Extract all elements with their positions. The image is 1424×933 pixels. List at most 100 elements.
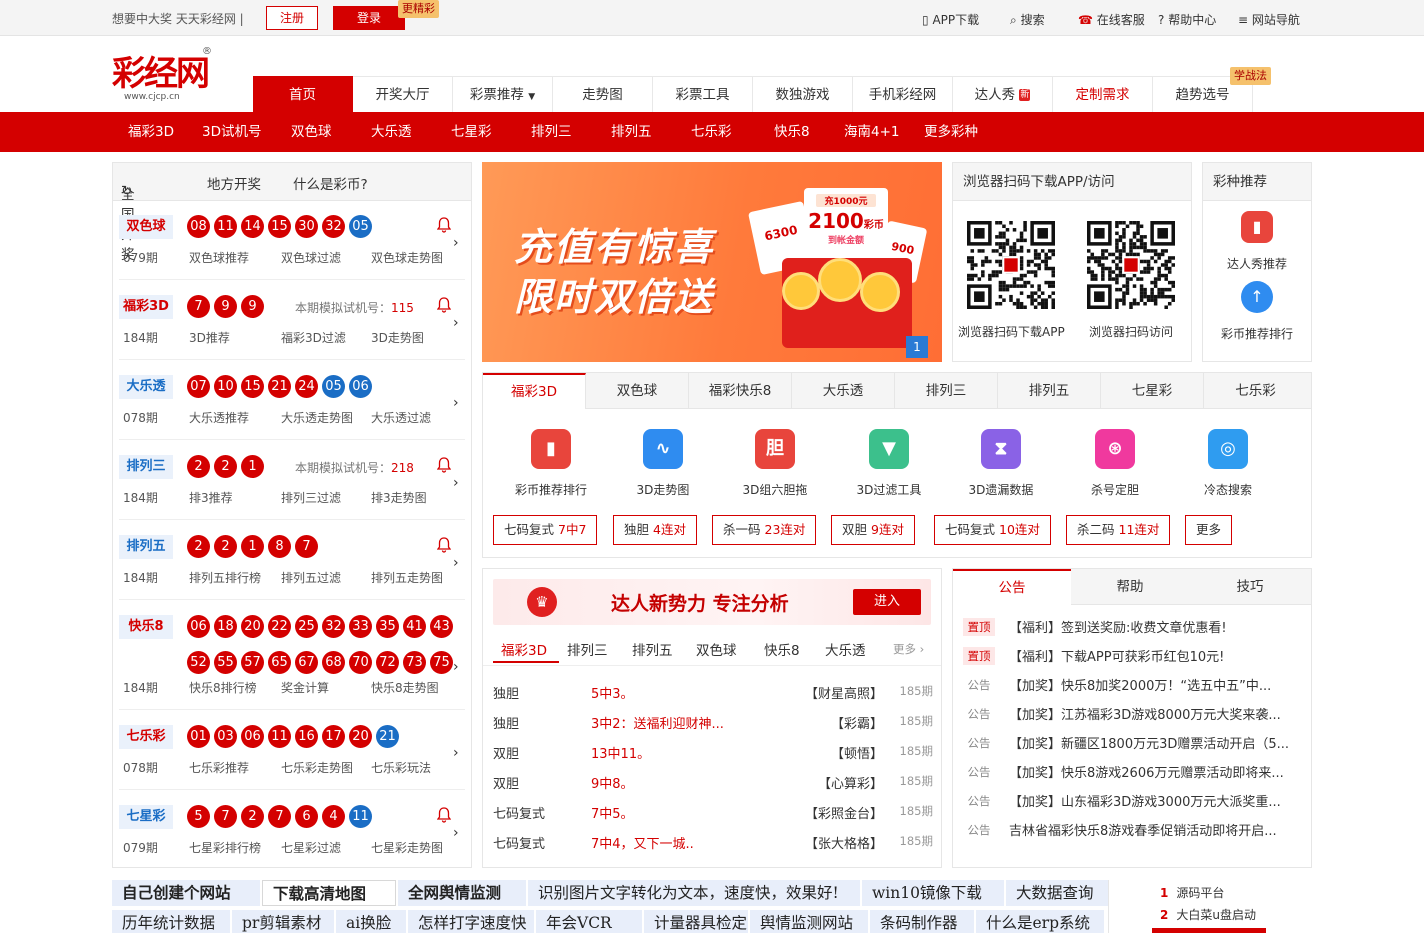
lottery-sub-link[interactable]: 七星彩走势图 [371,839,443,856]
chevron-right-icon[interactable]: › [453,825,459,841]
tool-label[interactable]: 杀号定胆 [1055,481,1175,498]
tool-tab-pl3[interactable]: 排列三 [895,373,998,409]
lottery-name[interactable]: 大乐透 [119,375,173,399]
site-nav-link[interactable]: ≡ 网站导航 [1238,11,1300,28]
keyword-link[interactable]: 大数据查询 [1006,880,1108,906]
refresh-icon[interactable]: ↻ [121,183,132,199]
subnav-ssq[interactable]: 双色球 [291,112,332,152]
news-tab-notice[interactable]: 公告 [953,569,1071,605]
lottery-name[interactable]: 快乐8 [119,615,173,639]
expert-row[interactable]: 七码复式 7中4，又下一城.. 【张大格格】 185期 [493,833,933,853]
nav-custom[interactable]: 定制需求 [1053,76,1153,112]
news-title[interactable]: 【加奖】新疆区1800万元3D赠票活动开启（5... [1009,733,1301,752]
online-service-link[interactable]: ☎ 在线客服 [1078,11,1145,28]
keyword-link[interactable]: pr剪辑素材 [232,910,334,933]
news-row[interactable]: 公告 【加奖】山东福彩3D游戏3000万元大派奖重... [963,791,1303,811]
bell-icon[interactable] [436,807,452,823]
keyword-link[interactable]: 历年统计数据 [112,910,230,933]
nav-sudoku[interactable]: 数独游戏 [753,76,853,112]
news-title[interactable]: 【福利】签到送奖励:收费文章优惠看! [1009,617,1301,636]
expert-tab-pl5[interactable]: 排列五 [632,639,673,659]
subnav-fc3d[interactable]: 福彩3D [128,112,174,152]
subnav-more[interactable]: 更多彩种 [924,112,978,152]
keyword-link[interactable]: 全网舆情监测 [398,880,526,906]
tool-icon[interactable]: ▼ [869,429,909,469]
nav-mobile[interactable]: 手机彩经网 [853,76,953,112]
nav-home[interactable]: 首页 [253,76,353,112]
lottery-sub-link[interactable]: 快乐8排行榜 [189,679,257,696]
expert-tab-kl8[interactable]: 快乐8 [764,639,800,659]
bell-icon[interactable] [436,537,452,553]
tool-chip[interactable]: 杀二码 11连对 [1066,515,1171,545]
lottery-sub-link[interactable]: 排3走势图 [371,489,427,506]
rec-item-coin-rank[interactable]: 彩币推荐排行 [1221,325,1293,342]
bell-icon[interactable] [436,457,452,473]
news-row[interactable]: 公告 吉林省福彩快乐8游戏春季促销活动即将开启... [963,820,1303,840]
lottery-sub-link[interactable]: 排列五走势图 [371,569,443,586]
expert-row[interactable]: 独胆 5中3。 【财星高照】 185期 [493,683,933,703]
tool-tab-fc3d[interactable]: 福彩3D [483,373,586,409]
tool-icon[interactable]: ⧗ [981,429,1021,469]
expert-author[interactable]: 【心算彩】 [818,773,883,792]
expert-banner[interactable]: ♛ 达人新势力 专注分析 进入 [493,579,931,625]
subnav-qxc[interactable]: 七星彩 [451,112,492,152]
news-row[interactable]: 公告 【加奖】新疆区1800万元3D赠票活动开启（5... [963,733,1303,753]
bell-icon[interactable] [436,297,452,313]
news-row[interactable]: 公告 【加奖】快乐8加奖2000万！“选五中五”中... [963,675,1303,695]
news-row[interactable]: 公告 【加奖】江苏福彩3D游戏8000万元大奖来袭... [963,704,1303,724]
expert-result[interactable]: 7中5。 [591,803,791,822]
subnav-pl3[interactable]: 排列三 [531,112,572,152]
lottery-sub-link[interactable]: 3D走势图 [371,329,424,346]
subnav-3d-test[interactable]: 3D试机号 [202,112,261,152]
expert-result[interactable]: 9中8。 [591,773,791,792]
tool-chip[interactable]: 杀一码 23连对 [712,515,817,545]
lottery-sub-link[interactable]: 奖金计算 [281,679,329,696]
tool-chip[interactable]: 更多 [1185,515,1233,545]
expert-author[interactable]: 【张大格格】 [805,833,883,852]
news-title[interactable]: 吉林省福彩快乐8游戏春季促销活动即将开启... [1009,820,1301,839]
subnav-dlt[interactable]: 大乐透 [371,112,412,152]
chevron-right-icon[interactable]: › [453,475,459,491]
lottery-sub-link[interactable]: 七乐彩玩法 [371,759,431,776]
lottery-name[interactable]: 双色球 [119,215,173,239]
expert-author[interactable]: 【顿悟】 [831,743,883,762]
lottery-name[interactable]: 七星彩 [119,805,173,829]
lottery-name[interactable]: 福彩3D [119,295,173,319]
lottery-name[interactable]: 排列三 [119,455,173,479]
tool-tab-qxc[interactable]: 七星彩 [1101,373,1204,409]
tool-chip[interactable]: 独胆 4连对 [613,515,697,545]
tab-local[interactable]: 地方开奖 [207,173,261,193]
tool-chip[interactable]: 双胆 9连对 [831,515,915,545]
lottery-sub-link[interactable]: 双色球过滤 [281,249,341,266]
keyword-link[interactable]: win10镜像下载 [862,880,1004,906]
keyword-link[interactable]: 计量器具检定 [644,910,748,933]
expert-enter-button[interactable]: 进入 [853,589,921,615]
expert-result[interactable]: 7中4，又下一城.. [591,833,791,852]
lottery-sub-link[interactable]: 七星彩过滤 [281,839,341,856]
chevron-right-icon[interactable]: › [453,745,459,761]
app-download-link[interactable]: ▯ APP下载 [922,11,979,28]
chevron-right-icon[interactable]: › [453,235,459,251]
subnav-kl8[interactable]: 快乐8 [774,112,810,152]
keyword-link[interactable]: 识别图片文字转化为文本，速度快，效果好! [528,880,860,906]
expert-row[interactable]: 双胆 9中8。 【心算彩】 185期 [493,773,933,793]
news-title[interactable]: 【加奖】江苏福彩3D游戏8000万元大奖来袭... [1009,704,1301,723]
subnav-qlc[interactable]: 七乐彩 [691,112,732,152]
register-button[interactable]: 注册 [266,6,318,30]
keyword-link[interactable]: 年会VCR [536,910,642,933]
tool-tab-dlt[interactable]: 大乐透 [792,373,895,409]
tool-label[interactable]: 3D走势图 [603,481,723,498]
expert-row[interactable]: 独胆 3中2：送福利迎财神... 【彩霸】 185期 [493,713,933,733]
lottery-sub-link[interactable]: 排3推荐 [189,489,233,506]
tool-icon[interactable]: ∿ [643,429,683,469]
chevron-right-icon[interactable]: › [453,659,459,675]
help-center-link[interactable]: ? 帮助中心 [1158,11,1216,28]
tool-label[interactable]: 冷态搜索 [1168,481,1288,498]
lottery-sub-link[interactable]: 排列三过滤 [281,489,341,506]
keyword-link[interactable]: 什么是erp系统 [976,910,1104,933]
keyword-link[interactable]: 下载高清地图 [262,880,396,906]
expert-result[interactable]: 13中11。 [591,743,791,762]
chevron-right-icon[interactable]: › [453,395,459,411]
expert-row[interactable]: 七码复式 7中5。 【彩照金台】 185期 [493,803,933,823]
news-tab-help[interactable]: 帮助 [1071,569,1189,605]
